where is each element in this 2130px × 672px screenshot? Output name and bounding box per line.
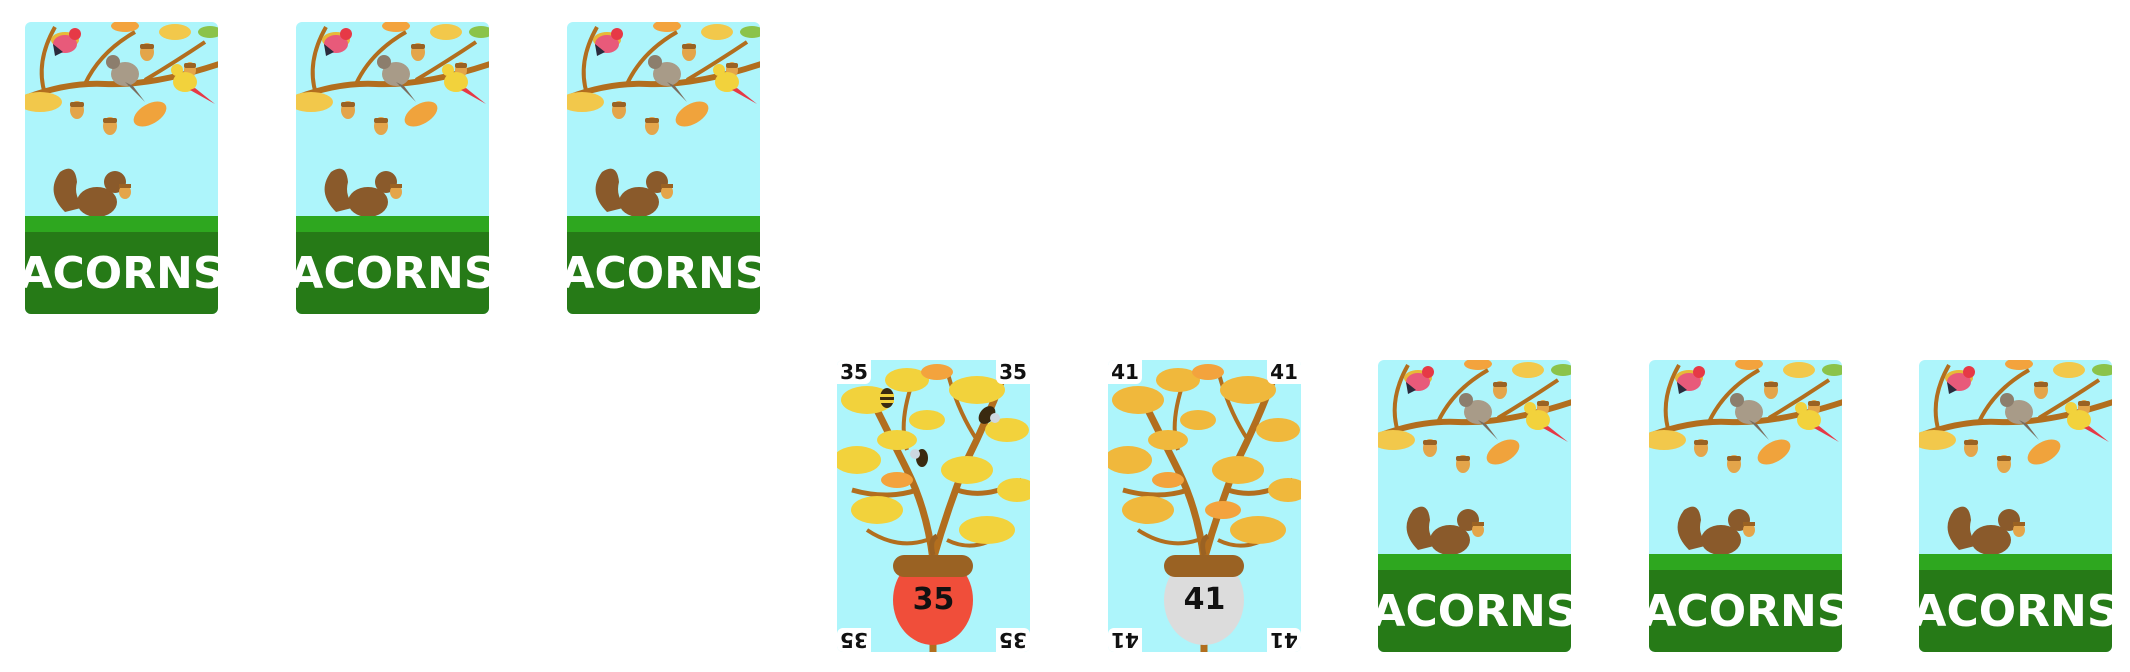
hand-card-bottom-3[interactable]: ACORNS [1919, 360, 2112, 652]
acorn-value: 41 [1183, 582, 1226, 617]
card-value-bottom-right: 35 [996, 628, 1030, 652]
card-back-label: ACORNS [1649, 585, 1842, 637]
played-card-41[interactable]: 41 41 41 41 41 [1108, 360, 1301, 652]
hand-card-top-2[interactable]: ACORNS [296, 22, 489, 314]
card-back-label: ACORNS [1378, 585, 1571, 637]
card-back-label: ACORNS [296, 247, 489, 299]
card-back-label: ACORNS [1919, 585, 2112, 637]
card-value-top-left: 41 [1108, 360, 1142, 384]
card-value-top-right: 41 [1267, 360, 1301, 384]
hand-card-bottom-2[interactable]: ACORNS [1649, 360, 1842, 652]
bee-icon [880, 388, 894, 408]
hand-card-top-1[interactable]: ACORNS [25, 22, 218, 314]
card-value-bottom-left: 41 [1108, 628, 1142, 652]
played-card-35[interactable]: 35 35 35 35 35 [837, 360, 1030, 652]
card-value-bottom-right: 41 [1267, 628, 1301, 652]
hand-card-top-3[interactable]: ACORNS [567, 22, 760, 314]
card-back-label: ACORNS [567, 247, 760, 299]
card-value-top-left: 35 [837, 360, 871, 384]
hand-card-bottom-1[interactable]: ACORNS [1378, 360, 1571, 652]
card-value-top-right: 35 [996, 360, 1030, 384]
acorn-value: 35 [912, 582, 955, 617]
card-value-bottom-left: 35 [837, 628, 871, 652]
card-back-label: ACORNS [25, 247, 218, 299]
